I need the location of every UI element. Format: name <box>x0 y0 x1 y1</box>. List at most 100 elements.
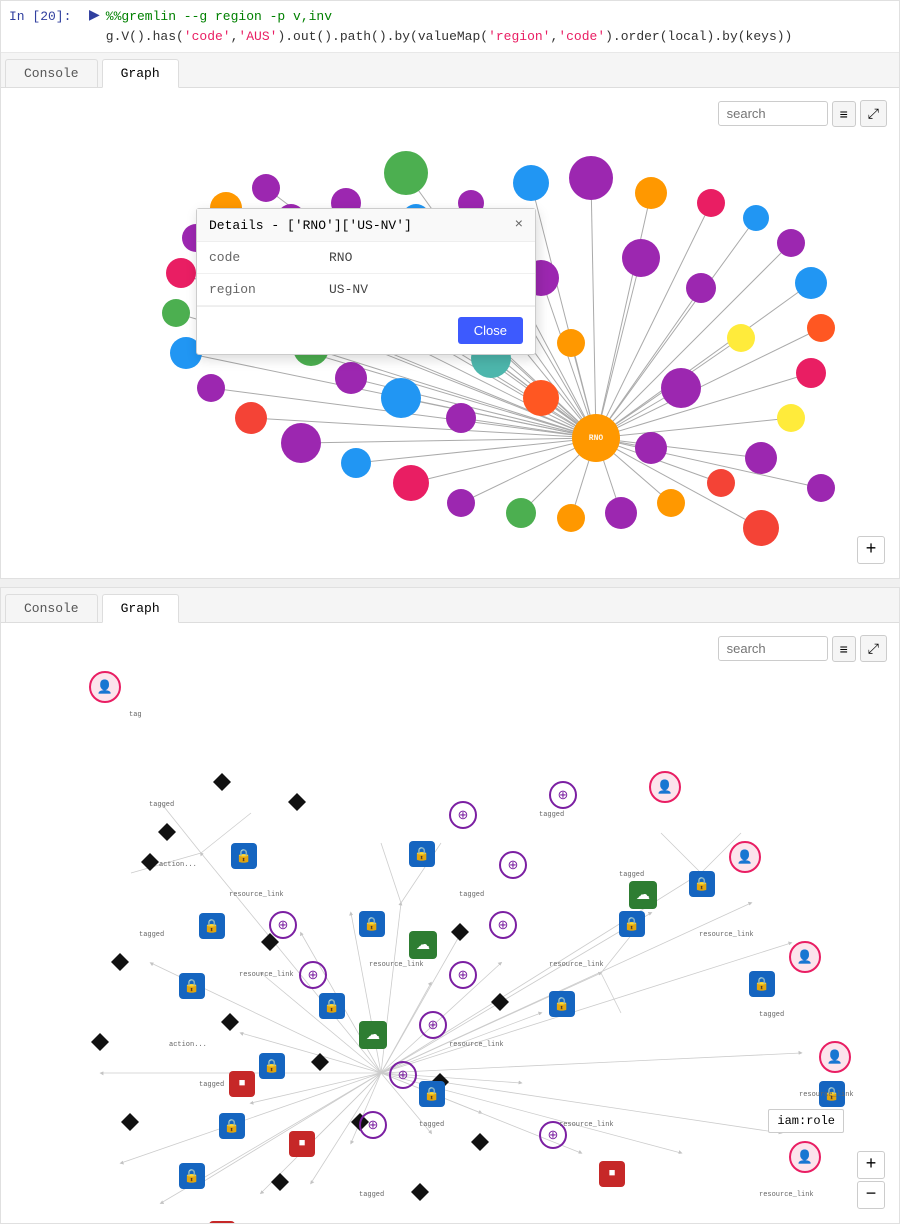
edge-label-4: resource_link <box>229 891 284 899</box>
iam-node-3[interactable]: 👤 <box>789 941 821 973</box>
tag-node-14[interactable] <box>469 1131 491 1158</box>
resource-node-9[interactable]: 🔒 <box>359 911 385 937</box>
edge-label-1: tagged <box>149 801 174 809</box>
edge-label-12: tagged <box>539 811 564 819</box>
edge-label-8: resource_link <box>369 961 424 969</box>
resource-node-16[interactable]: 🔒 <box>749 971 775 997</box>
tag-node-10[interactable] <box>309 1051 331 1078</box>
circle-node-6[interactable]: ⊕ <box>389 1061 417 1089</box>
tag-node-6[interactable] <box>119 1111 141 1138</box>
tab-console-top[interactable]: Console <box>5 59 98 87</box>
resource-node-14[interactable]: 🔒 <box>619 911 645 937</box>
tag-node-12[interactable] <box>269 1171 291 1198</box>
bottom-search-input[interactable] <box>718 636 828 661</box>
resource-node-13[interactable]: 🔒 <box>549 991 575 1017</box>
edge-label-16: tagged <box>759 1011 784 1019</box>
circle-node-3[interactable]: ⊕ <box>489 911 517 939</box>
circle-node-11[interactable]: ⊕ <box>269 911 297 939</box>
resource-node-6[interactable]: 🔒 <box>219 1113 245 1139</box>
iam-node-1[interactable]: 👤 <box>649 771 681 803</box>
cell-code: %%gremlin --g region -p v,inv g.V().has(… <box>106 7 793 46</box>
red-node-1[interactable]: ■ <box>229 1071 255 1097</box>
top-tab-bar: Console Graph <box>1 53 899 88</box>
bottom-zoom-minus[interactable]: − <box>857 1181 885 1209</box>
edge-label-6: action... <box>169 1041 207 1049</box>
iam-node-5[interactable]: 👤 <box>789 1141 821 1173</box>
green-node-4[interactable]: ☁ <box>409 931 437 959</box>
tag-node-1[interactable] <box>156 821 178 848</box>
modal-row-region: region US-NV <box>197 274 535 306</box>
top-graph-area: ≡ ⤢ <box>1 88 899 578</box>
tag-node-7[interactable] <box>286 791 308 818</box>
modal-title: Details - ['RNO']['US-NV'] <box>209 218 412 233</box>
jupyter-cell-top: In [20]: ▶ %%gremlin --g region -p v,inv… <box>0 0 900 579</box>
iam-node-8[interactable]: 👤 <box>89 671 121 703</box>
tag-node-16[interactable] <box>449 921 471 948</box>
edge-label-17: resource_link <box>799 1091 854 1099</box>
resource-node-10[interactable]: 🔒 <box>409 841 435 867</box>
bottom-zoom-plus[interactable]: + <box>857 1151 885 1179</box>
edge-label-2: action... <box>159 861 197 869</box>
iam-node-2[interactable]: 👤 <box>729 841 761 873</box>
tag-node-15[interactable] <box>489 991 511 1018</box>
modal-header: Details - ['RNO']['US-NV'] × <box>197 209 535 242</box>
edge-label-14: tagged <box>619 871 644 879</box>
bottom-section: Console Graph ≡ ⤢ <box>0 587 900 1224</box>
circle-node-4[interactable]: ⊕ <box>449 961 477 989</box>
edge-label-5: resource_link <box>239 971 294 979</box>
circle-node-2[interactable]: ⊕ <box>499 851 527 879</box>
tag-node-2[interactable] <box>211 771 233 798</box>
details-modal: Details - ['RNO']['US-NV'] × code RNO re… <box>196 208 536 355</box>
edge-label-7: tagged <box>199 1081 224 1089</box>
red-node-2[interactable]: ■ <box>289 1131 315 1157</box>
tag-node-17[interactable] <box>409 1181 431 1208</box>
modal-close-button[interactable]: Close <box>458 317 523 344</box>
bottom-list-button[interactable]: ≡ <box>832 636 856 662</box>
resource-node-15[interactable]: 🔒 <box>689 871 715 897</box>
modal-close-x[interactable]: × <box>515 217 523 233</box>
tab-graph-top[interactable]: Graph <box>102 59 179 88</box>
run-button[interactable]: ▶ <box>89 7 100 24</box>
red-node-6[interactable]: ■ <box>599 1161 625 1187</box>
modal-overlay: Details - ['RNO']['US-NV'] × code RNO re… <box>1 88 899 578</box>
resource-node-7[interactable]: 🔒 <box>179 1163 205 1189</box>
tag-node-9[interactable] <box>219 1011 241 1038</box>
tab-graph-bottom[interactable]: Graph <box>102 594 179 623</box>
tag-node-4[interactable] <box>109 951 131 978</box>
resource-node-4[interactable]: 🔒 <box>319 993 345 1019</box>
bottom-tab-bar: Console Graph <box>1 588 899 623</box>
tag-node-5[interactable] <box>89 1031 111 1058</box>
edge-label-3: tagged <box>139 931 164 939</box>
circle-node-9[interactable]: ⊕ <box>549 781 577 809</box>
bottom-graph-area: ≡ ⤢ <box>1 623 899 1223</box>
tab-console-bottom[interactable]: Console <box>5 594 98 622</box>
resource-node-1[interactable]: 🔒 <box>231 843 257 869</box>
green-node-3[interactable]: ☁ <box>629 881 657 909</box>
code-magic: %%gremlin --g region -p v,inv <box>106 9 332 24</box>
modal-val-code: RNO <box>317 242 535 274</box>
green-node-1[interactable]: ☁ <box>359 1021 387 1049</box>
resource-node-5[interactable]: 🔒 <box>259 1053 285 1079</box>
circle-node-1[interactable]: ⊕ <box>449 801 477 829</box>
iam-role-tooltip: iam:role <box>768 1109 844 1133</box>
modal-key-code: code <box>197 242 317 274</box>
edge-label-9: resource_link <box>449 1041 504 1049</box>
code-string-2: 'AUS' <box>238 29 277 44</box>
resource-node-3[interactable]: 🔒 <box>179 973 205 999</box>
modal-val-region: US-NV <box>317 274 535 306</box>
resource-node-8[interactable]: 🔒 <box>419 1081 445 1107</box>
circle-node-8[interactable]: ⊕ <box>299 961 327 989</box>
modal-table: code RNO region US-NV <box>197 242 535 306</box>
resource-node-2[interactable]: 🔒 <box>199 913 225 939</box>
circle-node-5[interactable]: ⊕ <box>419 1011 447 1039</box>
bottom-search-bar: ≡ ⤢ <box>718 635 887 662</box>
edge-label-21: tagged <box>359 1191 384 1199</box>
edge-label-20: resource_link <box>559 1121 614 1129</box>
code-string-1: 'code' <box>184 29 231 44</box>
tag-node-3[interactable] <box>139 851 161 878</box>
iam-node-4[interactable]: 👤 <box>819 1041 851 1073</box>
red-node-3[interactable]: ■ <box>209 1221 235 1223</box>
bottom-fullscreen-button[interactable]: ⤢ <box>860 635 887 662</box>
code-string-3: 'region' <box>488 29 550 44</box>
circle-node-7[interactable]: ⊕ <box>359 1111 387 1139</box>
